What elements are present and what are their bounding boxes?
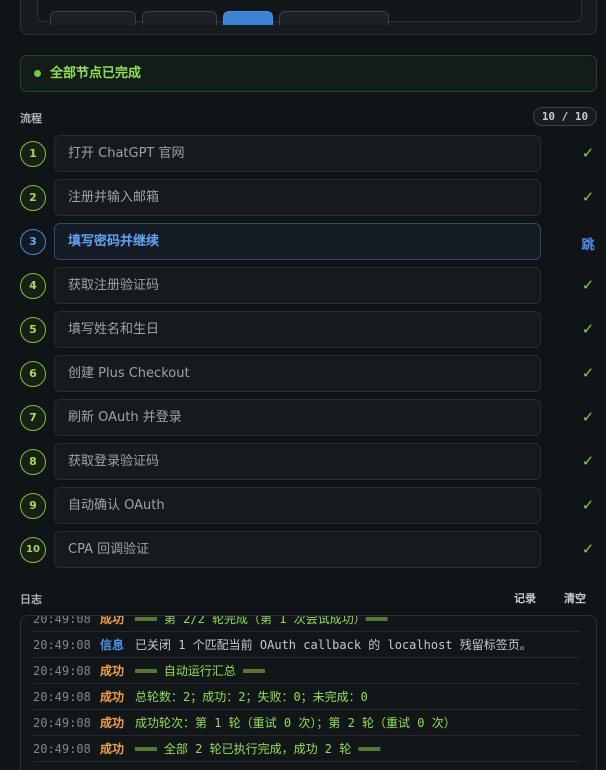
step-item[interactable]: 打开 ChatGPT 官网 <box>54 135 541 172</box>
step-label: 刷新 OAuth 并登录 <box>68 410 182 425</box>
check-icon: ✓ <box>581 364 595 382</box>
status-banner: 全部节点已完成 <box>20 55 597 92</box>
step-item[interactable]: 获取注册验证码 <box>54 267 541 304</box>
step-item[interactable]: 注册并输入邮箱 <box>54 179 541 216</box>
step-number: 4 <box>20 273 46 299</box>
step-label: 自动确认 OAuth <box>68 498 165 513</box>
status-text: 全部节点已完成 <box>50 66 142 81</box>
log-timestamp: 20:49:08 <box>33 664 91 678</box>
check-icon: ✓ <box>581 276 595 294</box>
log-message: ═══ 自动运行汇总 ═══ <box>135 664 265 678</box>
step-label: 填写密码并继续 <box>68 234 160 249</box>
status-dot-icon <box>34 70 41 77</box>
check-icon: ✓ <box>581 144 595 162</box>
log-level: 成功 <box>100 690 125 704</box>
log-entry: 20:49:08 成功 成功轮次：第 1 轮（重试 0 次）；第 2 轮（重试 … <box>33 710 581 736</box>
record-button[interactable]: 记录 <box>514 590 536 606</box>
step-item[interactable]: 获取登录验证码 <box>54 443 541 480</box>
log-message: ═══ 第 2/2 轮完成（第 1 次尝试成功）═══ <box>135 615 388 626</box>
log-panel[interactable]: 20:49:08 成功 ═══ 第 2/2 轮完成（第 1 次尝试成功）═══ … <box>20 615 597 770</box>
step-counter-badge: 10 / 10 <box>533 107 597 126</box>
clear-button[interactable]: 清空 <box>564 590 586 606</box>
flow-title: 流程 <box>20 112 42 125</box>
log-entry: 20:49:08 成功 总轮数：2；成功：2；失败：0；未完成：0 <box>33 684 581 710</box>
step-number: 9 <box>20 493 46 519</box>
log-entry: 20:49:08 信息 已关闭 1 个匹配当前 OAuth callback 的… <box>33 632 581 658</box>
log-message: 已关闭 1 个匹配当前 OAuth callback 的 localhost 残… <box>135 638 532 652</box>
log-timestamp: 20:49:08 <box>33 638 91 652</box>
step-item[interactable]: 创建 Plus Checkout <box>54 355 541 392</box>
check-icon: ✓ <box>581 320 595 338</box>
step-number: 1 <box>20 141 46 167</box>
log-timestamp: 20:49:08 <box>33 615 91 626</box>
log-message: 总轮数：2；成功：2；失败：0；未完成：0 <box>135 690 368 704</box>
step-item-skipped[interactable]: 填写密码并继续 <box>54 223 541 260</box>
log-entry: 20:49:08 成功 ═══ 自动运行汇总 ═══ <box>33 658 581 684</box>
mode-option-4[interactable] <box>279 11 389 25</box>
step-label: 获取注册验证码 <box>68 278 160 293</box>
log-timestamp: 20:49:08 <box>33 690 91 704</box>
log-level: 成功 <box>100 664 125 678</box>
step-number: 3 <box>20 229 46 255</box>
step-item[interactable]: 自动确认 OAuth <box>54 487 541 524</box>
log-message: 成功轮次：第 1 轮（重试 0 次）；第 2 轮（重试 0 次） <box>135 716 456 730</box>
step-label: 打开 ChatGPT 官网 <box>68 146 185 161</box>
step-label: CPA 回调验证 <box>68 542 150 557</box>
log-title: 日志 <box>20 593 42 606</box>
step-label: 填写姓名和生日 <box>68 322 160 337</box>
check-icon: ✓ <box>581 452 595 470</box>
step-label: 注册并输入邮箱 <box>68 190 160 205</box>
mode-option-1[interactable] <box>50 11 136 25</box>
log-level: 信息 <box>100 638 125 652</box>
mode-option-2[interactable] <box>142 11 217 25</box>
log-level: 成功 <box>100 716 125 730</box>
check-icon: ✓ <box>581 540 595 558</box>
step-number: 5 <box>20 317 46 343</box>
mode-option-3-selected[interactable] <box>223 11 273 25</box>
log-level: 成功 <box>100 615 125 626</box>
log-timestamp: 20:49:08 <box>33 742 91 756</box>
log-timestamp: 20:49:08 <box>33 716 91 730</box>
config-panel <box>20 0 597 35</box>
log-entry: 20:49:08 成功 ═══ 全部 2 轮已执行完成，成功 2 轮 ═══ <box>33 736 581 762</box>
check-icon: ✓ <box>581 188 595 206</box>
log-message: ═══ 全部 2 轮已执行完成，成功 2 轮 ═══ <box>135 742 381 756</box>
step-item[interactable]: 填写姓名和生日 <box>54 311 541 348</box>
step-number: 7 <box>20 405 46 431</box>
config-inner-panel <box>37 0 582 25</box>
log-entry: 20:49:08 成功 ═══ 第 2/2 轮完成（第 1 次尝试成功）═══ <box>33 615 581 632</box>
step-label: 创建 Plus Checkout <box>68 366 190 381</box>
step-number: 2 <box>20 185 46 211</box>
log-level: 成功 <box>100 742 125 756</box>
step-label: 获取登录验证码 <box>68 454 160 469</box>
skip-status: 跳 <box>581 238 595 253</box>
step-number: 10 <box>20 537 46 563</box>
step-number: 6 <box>20 361 46 387</box>
check-icon: ✓ <box>581 496 595 514</box>
check-icon: ✓ <box>581 408 595 426</box>
step-item[interactable]: 刷新 OAuth 并登录 <box>54 399 541 436</box>
step-item[interactable]: CPA 回调验证 <box>54 531 541 568</box>
step-number: 8 <box>20 449 46 475</box>
